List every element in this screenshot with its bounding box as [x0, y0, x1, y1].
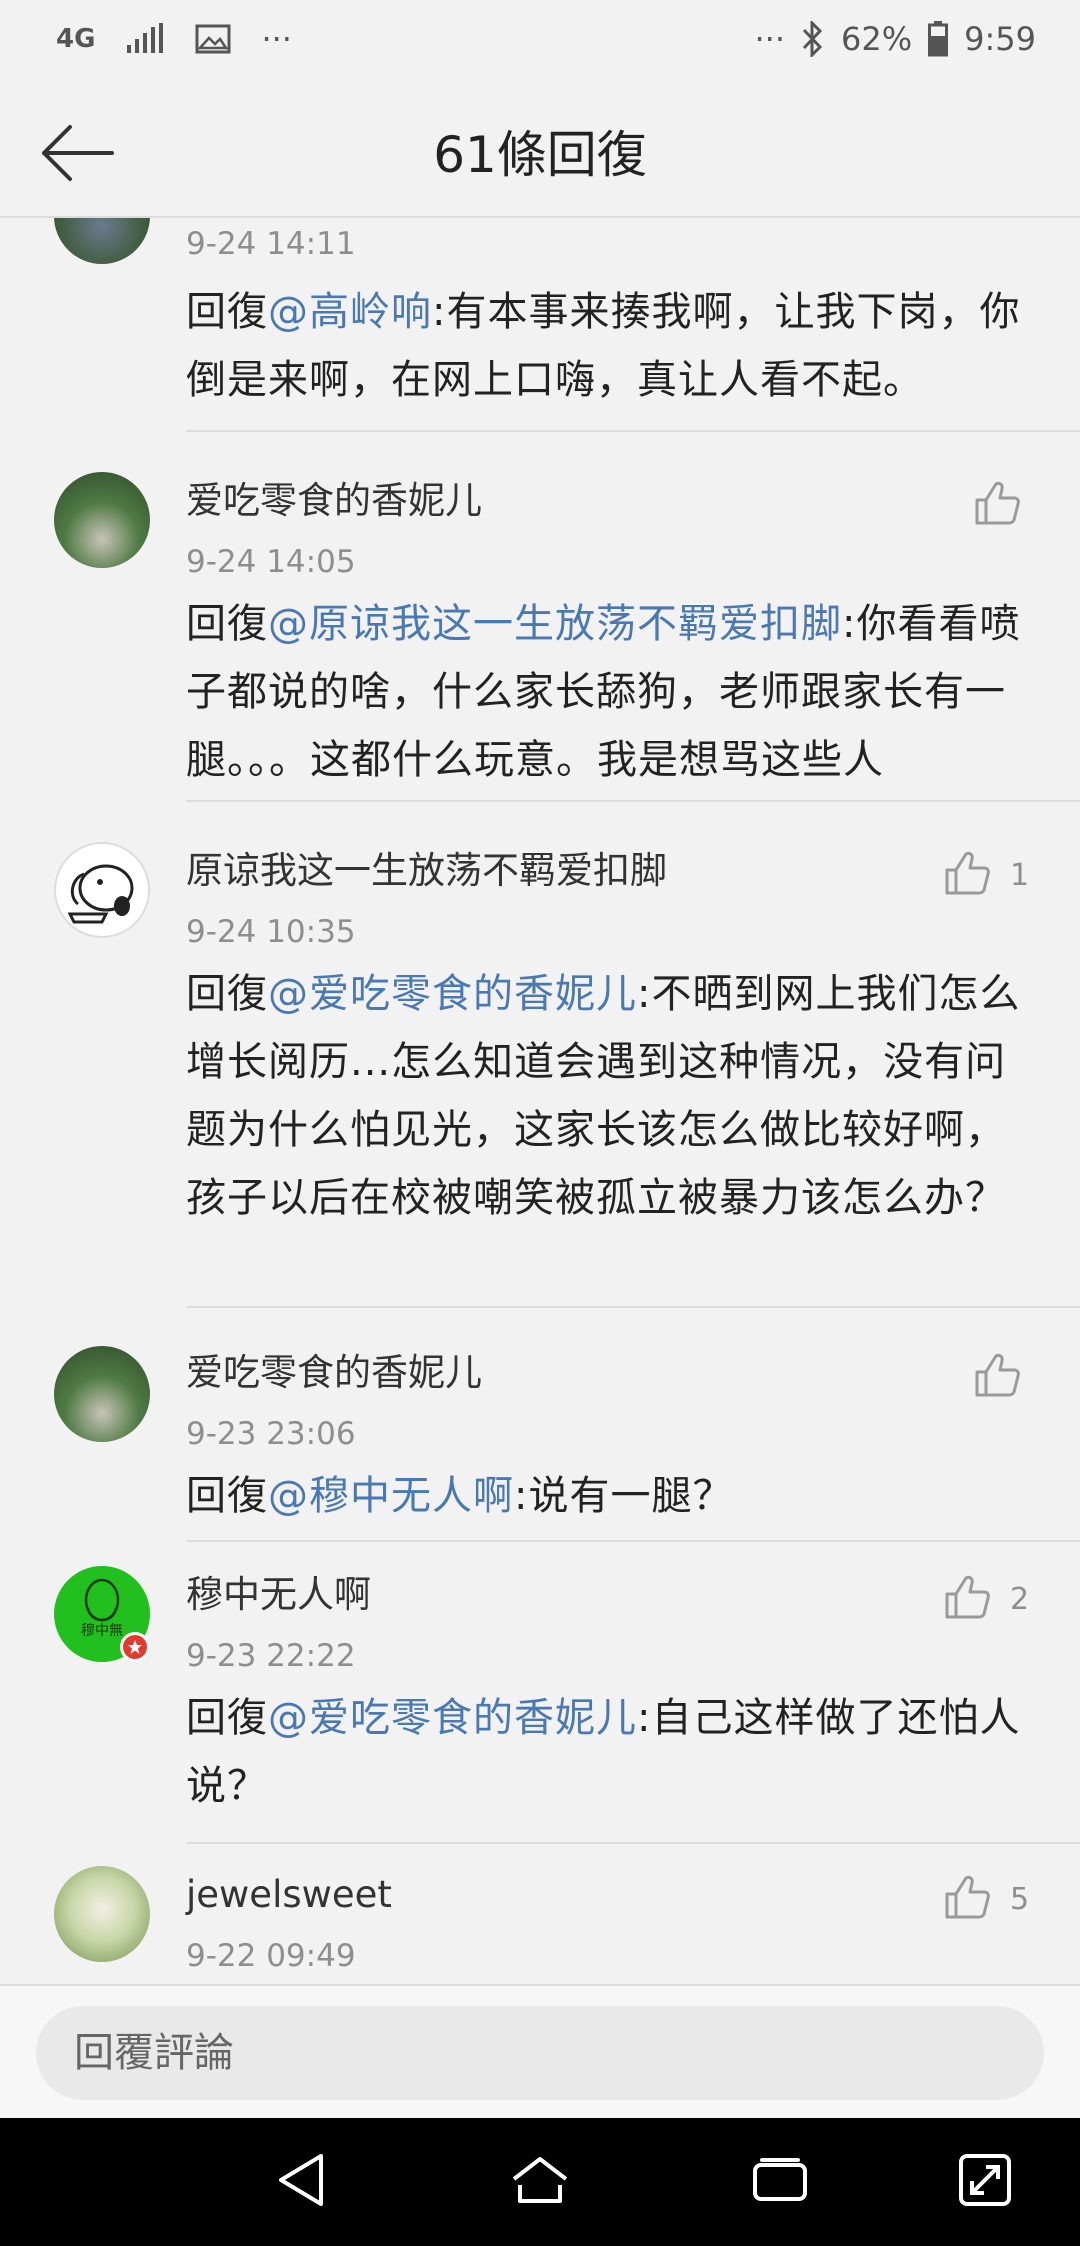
bluetooth-icon: [801, 21, 825, 57]
comment-author[interactable]: 爱吃零食的香妮儿: [186, 476, 482, 526]
comment-author[interactable]: 原谅我这一生放荡不羁爱扣脚: [186, 846, 667, 896]
like-icon: [974, 1352, 1020, 1402]
comment-body: 回復@高岭响:有本事来揍我啊，让我下岗，你倒是来啊，在网上口嗨，真让人看不起。: [186, 278, 1036, 414]
comment-body: 回復@爱吃零食的香妮儿:自己这样做了还怕人说？: [186, 1684, 1036, 1820]
nav-recents-button[interactable]: [745, 2150, 815, 2214]
mention-link[interactable]: @爱吃零食的香妮儿: [268, 971, 637, 1017]
battery-icon: [928, 21, 949, 57]
avatar[interactable]: [54, 842, 150, 938]
reply-prefix: 回復: [186, 601, 268, 647]
screen: 4G ··· ··· 62% 9:59 61條回復 9-24 14:11 回復@…: [0, 0, 1080, 2246]
mention-link[interactable]: @穆中无人啊: [268, 1473, 514, 1519]
more-status-icon: ···: [754, 20, 786, 58]
reply-input[interactable]: 回覆評論: [36, 2006, 1044, 2100]
battery-percent: 62%: [841, 20, 913, 58]
like-count: 5: [1010, 1881, 1030, 1917]
recents-icon: [752, 2157, 808, 2207]
like-icon: [944, 1874, 990, 1924]
dog-avatar-icon: [67, 864, 134, 924]
list-item: jewelsweet 9-22 09:49 5: [0, 1844, 1080, 1984]
reply-bar: 回覆評論: [0, 1984, 1080, 2118]
comment-body: 回復@原谅我这一生放荡不羁爱扣脚:你看看喷子都说的啥，什么家长舔狗，老师跟家长有…: [186, 590, 1036, 794]
avatar[interactable]: [54, 1866, 150, 1962]
header: 61條回復: [0, 90, 1080, 218]
more-notifications-icon: ···: [261, 20, 292, 58]
nav-back-button[interactable]: [266, 2150, 336, 2214]
like-button[interactable]: [974, 1352, 1040, 1402]
like-button[interactable]: 1: [944, 850, 1029, 900]
status-bar: 4G ··· ··· 62% 9:59: [0, 0, 1080, 90]
mention-link[interactable]: @高岭响: [268, 289, 432, 335]
list-item: 爱吃零食的香妮儿 9-24 14:05 回復@原谅我这一生放荡不羁爱扣脚:你看看…: [0, 432, 1080, 802]
nav-home-button[interactable]: [505, 2150, 575, 2214]
signal-icon: [125, 23, 165, 55]
avatar[interactable]: 穆中無: [54, 1566, 150, 1662]
comment-body: 回復@爱吃零食的香妮儿:不晒到网上我们怎么增长阅历...怎么知道会遇到这种情况，…: [186, 960, 1036, 1232]
comment-time: 9-23 22:22: [186, 1638, 356, 1674]
mention-link[interactable]: @爱吃零食的香妮儿: [268, 1695, 637, 1741]
list-item: 爱吃零食的香妮儿 9-23 23:06 回復@穆中无人啊:说有一腿？: [0, 1308, 1080, 1542]
like-count: 2: [1010, 1581, 1030, 1617]
like-button[interactable]: [974, 480, 1040, 530]
like-icon: [974, 480, 1020, 530]
verified-badge-icon: [120, 1632, 150, 1662]
list-item: 穆中無 穆中无人啊 9-23 22:22 2 回復@爱吃零食的香妮儿:自己这样做…: [0, 1542, 1080, 1844]
avatar[interactable]: [54, 218, 150, 264]
like-icon: [944, 1574, 990, 1624]
comment-text: :说有一腿？: [514, 1473, 734, 1519]
like-count: 1: [1010, 857, 1030, 893]
list-item: 原谅我这一生放荡不羁爱扣脚 9-24 10:35 1 回復@爱吃零食的香妮儿:不…: [0, 802, 1080, 1308]
nav-expand-button[interactable]: [950, 2150, 1020, 2214]
network-type-icon: 4G: [56, 24, 96, 54]
like-button[interactable]: 5: [944, 1874, 1029, 1924]
avatar[interactable]: [54, 472, 150, 568]
home-icon: [510, 2155, 570, 2209]
comments-list[interactable]: 9-24 14:11 回復@高岭响:有本事来揍我啊，让我下岗，你倒是来啊，在网上…: [0, 218, 1080, 1984]
like-button[interactable]: 2: [944, 1574, 1029, 1624]
reply-prefix: 回復: [186, 289, 268, 335]
image-icon: [195, 24, 231, 54]
comment-time: 9-24 10:35: [186, 914, 356, 950]
comment-author[interactable]: 穆中无人啊: [186, 1570, 371, 1620]
reply-prefix: 回復: [186, 1473, 268, 1519]
comment-body: 回復@穆中无人啊:说有一腿？: [186, 1462, 1036, 1530]
list-item: 9-24 14:11 回復@高岭响:有本事来揍我啊，让我下岗，你倒是来啊，在网上…: [0, 218, 1080, 434]
system-nav-bar: [0, 2118, 1080, 2246]
comment-time: 9-22 09:49: [186, 1938, 356, 1974]
comment-time: 9-24 14:11: [186, 226, 356, 262]
back-triangle-icon: [275, 2152, 327, 2212]
clock: 9:59: [964, 20, 1036, 58]
comment-author[interactable]: 爱吃零食的香妮儿: [186, 1348, 482, 1398]
reply-prefix: 回復: [186, 971, 268, 1017]
mention-link[interactable]: @原谅我这一生放荡不羁爱扣脚: [268, 601, 842, 647]
reply-prefix: 回復: [186, 1695, 268, 1741]
expand-icon: [958, 2153, 1012, 2211]
comment-author[interactable]: jewelsweet: [186, 1870, 392, 1920]
comment-time: 9-24 14:05: [186, 544, 356, 580]
avatar[interactable]: [54, 1346, 150, 1442]
like-icon: [944, 850, 990, 900]
comment-time: 9-23 23:06: [186, 1416, 356, 1452]
page-title: 61條回復: [433, 126, 647, 184]
